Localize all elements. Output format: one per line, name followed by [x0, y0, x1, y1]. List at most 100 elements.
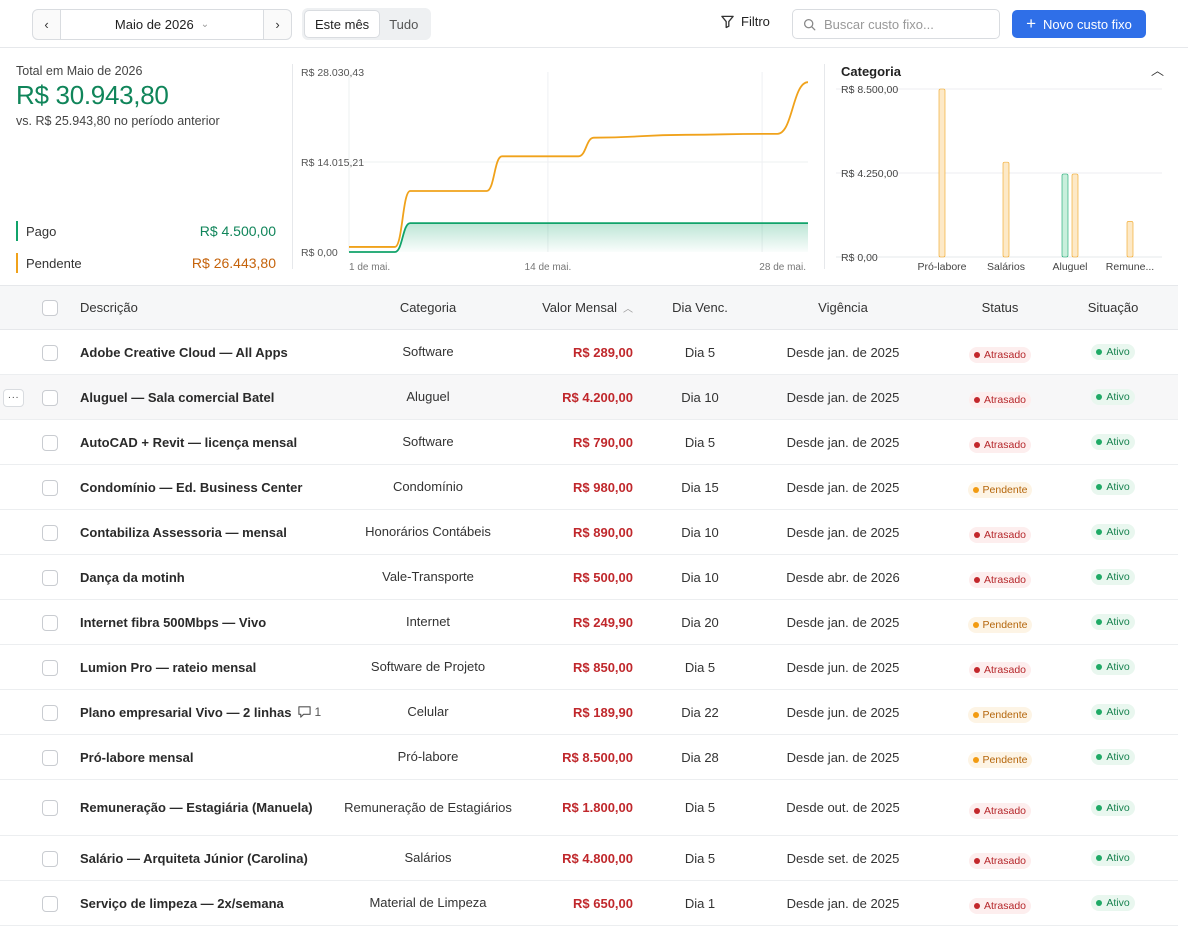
- table-row[interactable]: Internet fibra 500Mbps — Vivo Internet R$ …: [0, 600, 1178, 645]
- collapse-chevron-icon[interactable]: ︿: [1151, 60, 1164, 79]
- cell-descricao[interactable]: Salário — Arquiteta Júnior (Carolina): [80, 836, 308, 880]
- search-input[interactable]: [824, 16, 994, 32]
- table-row[interactable]: Adobe Creative Cloud — All Apps Software R…: [0, 330, 1178, 375]
- row-checkbox[interactable]: [42, 704, 58, 721]
- select-all-checkbox[interactable]: [42, 300, 58, 316]
- status-badge: Atrasado: [968, 662, 1032, 678]
- cell-descricao[interactable]: Plano empresarial Vivo — 2 linhas 1: [80, 690, 321, 734]
- table-header: Descrição Categoria Valor Mensal ︿ Dia V…: [0, 285, 1178, 330]
- status-dot-icon: [973, 442, 980, 448]
- status-badge: Atrasado: [968, 898, 1032, 914]
- cell-descricao[interactable]: Contabiliza Assessoria — mensal: [80, 510, 287, 554]
- cell-status: Pendente: [950, 465, 1050, 509]
- header-vigencia[interactable]: Vigência: [770, 286, 916, 329]
- cell-vigencia: Desde jun. de 2025: [786, 704, 900, 720]
- segment-tudo[interactable]: Tudo: [379, 11, 428, 37]
- cell-descricao[interactable]: AutoCAD + Revit — licença mensal: [80, 420, 297, 464]
- cell-descricao[interactable]: Adobe Creative Cloud — All Apps: [80, 330, 288, 374]
- row-checkbox[interactable]: [42, 524, 58, 541]
- row-checkbox[interactable]: [42, 614, 58, 631]
- cell-categoria: Material de Limpeza: [369, 895, 487, 910]
- filter-button[interactable]: Filtro: [720, 14, 770, 29]
- row-actions-button[interactable]: ···: [3, 388, 24, 407]
- row-checkbox[interactable]: [42, 850, 58, 867]
- divider: [292, 64, 293, 269]
- prev-month-button[interactable]: ‹: [33, 10, 61, 39]
- situacao-text: Ativo: [1106, 661, 1130, 673]
- segment-este-mes[interactable]: Este mês: [305, 11, 380, 37]
- table-row[interactable]: Lumion Pro — rateio mensal Software de Pr…: [0, 645, 1178, 690]
- row-checkbox[interactable]: [42, 344, 58, 361]
- row-checkbox[interactable]: [42, 895, 58, 912]
- cell-descricao[interactable]: Serviço de limpeza — 2x/semana: [80, 881, 284, 925]
- row-checkbox[interactable]: [42, 659, 58, 676]
- row-checkbox[interactable]: [42, 749, 58, 766]
- table-row[interactable]: Contabiliza Assessoria — mensal Honorário…: [0, 510, 1178, 555]
- cell-descricao[interactable]: Remuneração — Estagiária (Manuela): [80, 780, 313, 835]
- row-checkbox[interactable]: [42, 434, 58, 451]
- cell-descricao[interactable]: Pró-labore mensal: [80, 735, 193, 779]
- category-label: Remune...: [1106, 261, 1154, 273]
- status-text: Atrasado: [983, 900, 1027, 912]
- cell-dia-venc: Dia 5: [684, 659, 716, 675]
- cell-descricao[interactable]: Lumion Pro — rateio mensal: [80, 645, 256, 689]
- x-tick-label: 1 de mai.: [349, 262, 390, 273]
- table-row[interactable]: ··· Aluguel — Sala comercial Batel Aluguel…: [0, 375, 1178, 420]
- cell-vigencia: Desde jan. de 2025: [786, 479, 900, 495]
- bar-pending: [1071, 173, 1079, 258]
- cell-descricao[interactable]: Dança da motinh: [80, 555, 185, 599]
- situacao-text: Ativo: [1106, 751, 1130, 763]
- cell-dia-venc: Dia 10: [681, 569, 719, 585]
- situacao-dot-icon: [1096, 709, 1103, 715]
- cell-descricao[interactable]: Aluguel — Sala comercial Batel: [80, 375, 274, 419]
- descricao-text: Pró-labore mensal: [80, 749, 194, 765]
- total-label: Total em Maio de 2026: [16, 64, 143, 78]
- month-select[interactable]: Maio de 2026 ⌄: [61, 10, 263, 39]
- situacao-dot-icon: [1096, 664, 1103, 670]
- legend-paid: Pago R$ 4.500,00: [16, 221, 276, 241]
- situacao-badge: Ativo: [1091, 344, 1135, 360]
- row-checkbox[interactable]: [42, 800, 58, 816]
- next-month-button[interactable]: ›: [263, 10, 291, 39]
- table-row[interactable]: Dança da motinh Vale-Transporte R$ 500,00 D…: [0, 555, 1178, 600]
- status-badge: Atrasado: [968, 527, 1032, 543]
- row-checkbox[interactable]: [42, 569, 58, 586]
- status-text: Pendente: [982, 754, 1028, 766]
- header-situacao[interactable]: Situação: [1064, 286, 1162, 329]
- row-checkbox[interactable]: [42, 479, 58, 496]
- descricao-text: Contabiliza Assessoria — mensal: [80, 524, 287, 540]
- comment-count[interactable]: 1: [297, 705, 321, 719]
- cell-vigencia: Desde jan. de 2025: [786, 614, 900, 630]
- header-valor-mensal[interactable]: Valor Mensal ︿: [520, 286, 633, 329]
- cell-descricao[interactable]: Condomínio — Ed. Business Center: [80, 465, 302, 509]
- header-categoria[interactable]: Categoria: [340, 286, 516, 329]
- cell-descricao[interactable]: Internet fibra 500Mbps — Vivo: [80, 600, 266, 644]
- table-row[interactable]: Remuneração — Estagiária (Manuela) Remune…: [0, 780, 1178, 836]
- header-dia-venc[interactable]: Dia Venc.: [660, 286, 740, 329]
- status-text: Pendente: [982, 709, 1028, 721]
- situacao-text: Ativo: [1106, 616, 1130, 628]
- table-row[interactable]: Pró-labore mensal Pró-labore R$ 8.500,00 Di…: [0, 735, 1178, 780]
- new-fixed-cost-button[interactable]: + Novo custo fixo: [1012, 10, 1146, 38]
- situacao-dot-icon: [1096, 529, 1103, 535]
- situacao-badge: Ativo: [1091, 524, 1135, 540]
- status-dot-icon: [972, 487, 979, 493]
- header-status[interactable]: Status: [950, 286, 1050, 329]
- table-row[interactable]: Plano empresarial Vivo — 2 linhas 1 Celula…: [0, 690, 1178, 735]
- descricao-text: Lumion Pro — rateio mensal: [80, 659, 257, 675]
- summary-panel: Total em Maio de 2026 R$ 30.943,80 vs. R…: [16, 64, 286, 128]
- row-checkbox[interactable]: [42, 389, 58, 406]
- table-row[interactable]: Condomínio — Ed. Business Center Condomín…: [0, 465, 1178, 510]
- header-descricao[interactable]: Descrição: [80, 286, 138, 329]
- cell-vigencia: Desde jun. de 2025: [786, 659, 900, 675]
- cell-valor-mensal: R$ 650,00: [573, 895, 633, 911]
- descricao-text: Condomínio — Ed. Business Center: [80, 479, 303, 495]
- status-text: Atrasado: [983, 664, 1027, 676]
- situacao-dot-icon: [1096, 349, 1103, 355]
- table-row[interactable]: Salário — Arquiteta Júnior (Carolina) Sal…: [0, 836, 1178, 881]
- status-badge: Pendente: [967, 617, 1033, 633]
- table-row[interactable]: Serviço de limpeza — 2x/semana Material d…: [0, 881, 1178, 926]
- descricao-text: Salário — Arquiteta Júnior (Carolina): [80, 850, 308, 866]
- table-row[interactable]: AutoCAD + Revit — licença mensal Software…: [0, 420, 1178, 465]
- descricao-text: Serviço de limpeza — 2x/semana: [80, 895, 284, 911]
